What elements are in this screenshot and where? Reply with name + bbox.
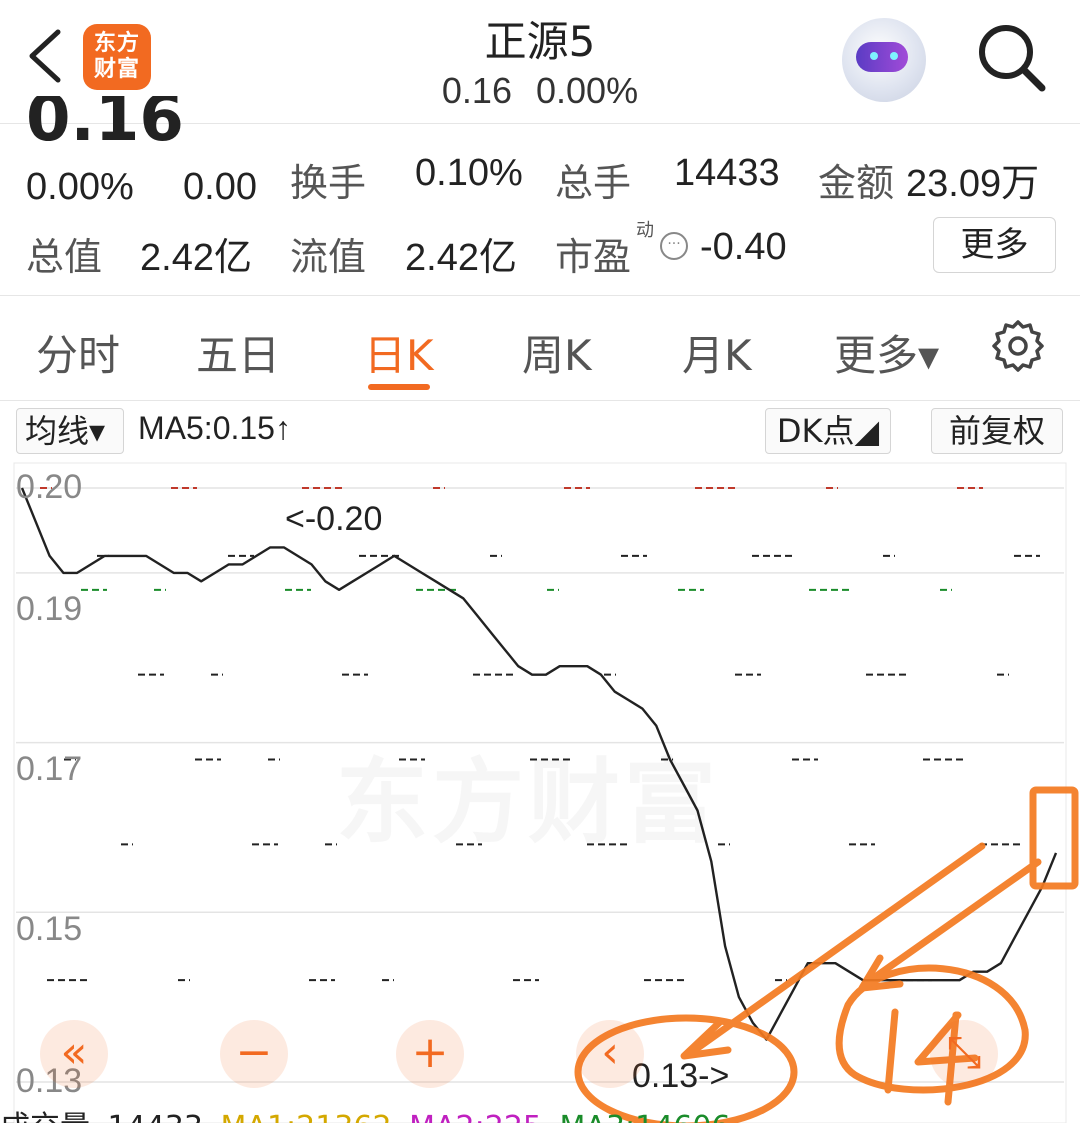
- robot-assistant-icon[interactable]: [842, 18, 926, 102]
- pe-info-icon[interactable]: ···: [660, 232, 688, 260]
- divider: [0, 400, 1080, 401]
- divider: [0, 295, 1080, 296]
- total-mv-label: 总值: [26, 235, 103, 279]
- robot-visor: [856, 42, 908, 72]
- pe-label: 市盈: [555, 235, 632, 279]
- dk-point-button[interactable]: DK点◢: [765, 408, 891, 454]
- tab-fenshi[interactable]: 分时: [36, 322, 120, 383]
- total-mv-value: 2.42亿: [140, 237, 252, 279]
- header-change-pct: 0.00%: [536, 70, 639, 111]
- tab-zhouk[interactable]: 周K: [522, 322, 592, 383]
- expand-button[interactable]: ⤡: [930, 1020, 998, 1088]
- ma5-value: MA5:0.15↑: [138, 410, 291, 446]
- min-price-annotation: 0.13->: [632, 1057, 730, 1095]
- volume-indicator-bar: 成交量 14433 MA1:21362 MA2:225 MA3:14606: [0, 1108, 1080, 1123]
- search-icon[interactable]: [974, 20, 1048, 94]
- y-tick-label: 0.19: [16, 590, 83, 628]
- volume-value: 14433: [674, 152, 780, 194]
- more-quote-button[interactable]: 更多: [933, 217, 1056, 273]
- turnover-value: 0.10%: [415, 152, 523, 194]
- max-price-annotation: <-0.20: [285, 500, 383, 538]
- amount-value: 23.09万: [906, 163, 1040, 205]
- pe-value: -0.40: [700, 226, 787, 268]
- zoom-out-button[interactable]: −: [220, 1020, 288, 1088]
- volume-ma2: MA2:225: [409, 1110, 542, 1123]
- change-amount: 0.00: [183, 166, 257, 208]
- app-logo[interactable]: 东方财富: [83, 24, 151, 90]
- pe-dynamic-sup: 动: [636, 220, 654, 241]
- zoom-in-button[interactable]: +: [396, 1020, 464, 1088]
- tab-more[interactable]: 更多▾: [834, 322, 939, 383]
- header-price: 0.16: [441, 70, 512, 111]
- volume-ma1: MA1:21362: [221, 1110, 392, 1123]
- robot-eye: [870, 52, 878, 60]
- watermark: 东方财富: [336, 728, 720, 861]
- stock-name: 正源5: [484, 17, 596, 66]
- volume-value: 14433: [108, 1110, 203, 1123]
- adjust-mode-button[interactable]: 前复权: [931, 408, 1063, 454]
- float-mv-value: 2.42亿: [405, 237, 517, 279]
- volume-label[interactable]: 成交量: [0, 1110, 90, 1123]
- y-tick-label: 0.20: [16, 468, 83, 506]
- float-mv-label: 流值: [290, 235, 367, 279]
- prev-button[interactable]: ‹: [576, 1020, 644, 1088]
- change-pct: 0.00%: [26, 166, 134, 208]
- back-icon[interactable]: [22, 26, 68, 86]
- robot-eye: [890, 52, 898, 60]
- volume-label: 总手: [555, 161, 632, 205]
- tab-yuek[interactable]: 月K: [682, 322, 752, 383]
- tab-rik[interactable]: 日K: [364, 322, 434, 383]
- fast-back-button[interactable]: «: [40, 1020, 108, 1088]
- big-price: 0.16: [26, 96, 184, 142]
- ma-select-dropdown[interactable]: 均线▾: [16, 408, 124, 454]
- turnover-label: 换手: [290, 161, 367, 205]
- active-tab-indicator: [368, 384, 430, 390]
- y-tick-label: 0.15: [16, 910, 83, 948]
- y-tick-label: 0.17: [16, 750, 83, 788]
- amount-label: 金额: [818, 161, 895, 205]
- volume-ma3: MA3:14606: [560, 1110, 731, 1123]
- tab-wuri[interactable]: 五日: [196, 322, 280, 383]
- header-quote: 0.16 0.00%: [340, 70, 740, 112]
- gear-icon[interactable]: [990, 318, 1046, 374]
